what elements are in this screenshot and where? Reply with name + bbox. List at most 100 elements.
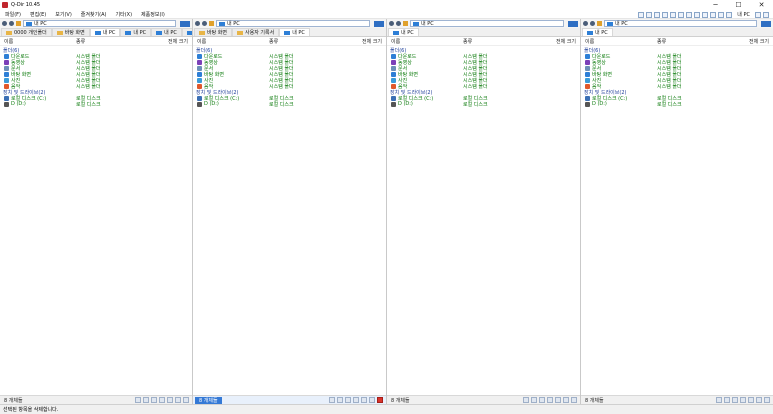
delete-icon[interactable] <box>377 397 383 403</box>
tab-this-pc[interactable]: 내 PC <box>120 28 152 36</box>
layout-icon[interactable] <box>726 11 733 18</box>
tool-icon[interactable] <box>764 397 770 403</box>
layout-icon[interactable] <box>646 11 653 18</box>
up-folder-icon[interactable] <box>16 21 21 26</box>
tab-desktop[interactable]: 바탕 화면 <box>194 28 232 36</box>
back-icon[interactable] <box>195 21 200 26</box>
tool-icon[interactable] <box>159 397 165 403</box>
tool-icon[interactable] <box>143 397 149 403</box>
layout-icon[interactable] <box>710 11 717 18</box>
tab-this-pc[interactable]: 내 PC <box>388 28 419 36</box>
list-item[interactable]: D (D:) 로컬 디스크 <box>581 101 773 108</box>
tool-icon[interactable] <box>732 397 738 403</box>
address-bar[interactable]: 내 PC <box>23 20 176 27</box>
list-item[interactable]: D (D:) 로컬 디스크 <box>387 101 580 108</box>
col-type[interactable]: 종류 <box>269 38 278 45</box>
tab-this-pc[interactable]: 내 PC <box>89 28 121 36</box>
tool-icon[interactable] <box>523 397 529 403</box>
view-mode-button[interactable] <box>568 20 578 27</box>
view-mode-button[interactable] <box>761 20 771 27</box>
tool-icon[interactable] <box>337 397 343 403</box>
forward-icon[interactable] <box>9 21 14 26</box>
tool-icon[interactable] <box>563 397 569 403</box>
col-type[interactable]: 종류 <box>463 38 472 45</box>
item-count[interactable]: 8 개체들 <box>387 397 410 404</box>
back-icon[interactable] <box>583 21 588 26</box>
tab-user-docs[interactable]: 사용자 기록서 <box>232 28 280 36</box>
star-icon[interactable] <box>755 11 761 18</box>
list-item[interactable]: D (D:) 로컬 디스크 <box>0 101 192 108</box>
item-count[interactable]: 8 개체들 <box>195 396 222 404</box>
layout-icon[interactable] <box>654 11 661 18</box>
tool-icon[interactable] <box>369 397 375 403</box>
menu-view[interactable]: 보기(V) <box>55 11 72 18</box>
tool-icon[interactable] <box>756 397 762 403</box>
col-size[interactable]: 전체 크기 <box>749 38 769 45</box>
tool-icon[interactable] <box>571 397 577 403</box>
tool-icon[interactable] <box>167 397 173 403</box>
forward-icon[interactable] <box>396 21 401 26</box>
col-size[interactable]: 전체 크기 <box>168 38 188 45</box>
col-size[interactable]: 전체 크기 <box>556 38 576 45</box>
up-folder-icon[interactable] <box>209 21 214 26</box>
view-mode-button[interactable] <box>374 20 384 27</box>
tab-this-pc[interactable]: 내 PC <box>582 28 613 36</box>
close-button[interactable]: ✕ <box>750 0 773 10</box>
tool-icon[interactable] <box>361 397 367 403</box>
tool-icon[interactable] <box>175 397 181 403</box>
up-folder-icon[interactable] <box>597 21 602 26</box>
tool-icon[interactable] <box>724 397 730 403</box>
col-type[interactable]: 종류 <box>76 38 85 45</box>
item-count[interactable]: 8 개체들 <box>581 397 604 404</box>
menu-info[interactable]: 제품정보(I) <box>141 11 165 18</box>
col-name[interactable]: 이름 <box>585 38 594 45</box>
tab-this-pc[interactable]: 내 PC <box>151 28 182 36</box>
menu-edit[interactable]: 편집(E) <box>30 11 46 18</box>
col-name[interactable]: 이름 <box>4 38 13 45</box>
menu-file[interactable]: 파일(F) <box>5 11 21 18</box>
tool-icon[interactable] <box>151 397 157 403</box>
address-bar[interactable]: 내 PC <box>216 20 370 27</box>
layout-icon[interactable] <box>662 11 669 18</box>
layout-icon[interactable] <box>694 11 701 18</box>
layout-icon[interactable] <box>678 11 685 18</box>
address-bar[interactable]: 내 PC <box>410 20 564 27</box>
layout-icon[interactable] <box>702 11 709 18</box>
menu-extras[interactable]: 기타(X) <box>116 11 133 18</box>
tool-icon[interactable] <box>555 397 561 403</box>
tab-this-pc[interactable]: 내 <box>181 28 192 36</box>
view-mode-button[interactable] <box>180 20 190 27</box>
menu-favorites[interactable]: 즐겨찾기(A) <box>81 11 107 18</box>
tool-icon[interactable] <box>531 397 537 403</box>
forward-icon[interactable] <box>590 21 595 26</box>
settings-icon[interactable] <box>763 11 769 18</box>
tool-icon[interactable] <box>329 397 335 403</box>
tool-icon[interactable] <box>345 397 351 403</box>
tool-icon[interactable] <box>539 397 545 403</box>
tool-icon[interactable] <box>547 397 553 403</box>
tool-icon[interactable] <box>740 397 746 403</box>
tool-icon[interactable] <box>183 397 189 403</box>
minimize-button[interactable]: ─ <box>704 0 727 10</box>
col-name[interactable]: 이름 <box>391 38 400 45</box>
back-icon[interactable] <box>389 21 394 26</box>
layout-icon[interactable] <box>638 11 645 18</box>
tool-icon[interactable] <box>748 397 754 403</box>
list-item[interactable]: D (D:) 로컬 디스크 <box>193 101 386 108</box>
back-icon[interactable] <box>2 21 7 26</box>
col-size[interactable]: 전체 크기 <box>362 38 382 45</box>
address-bar[interactable]: 내 PC <box>604 20 757 27</box>
col-type[interactable]: 종류 <box>657 38 666 45</box>
item-count[interactable]: 8 개체들 <box>0 397 23 404</box>
forward-icon[interactable] <box>202 21 207 26</box>
tab-0000[interactable]: 0000 개인폴더 <box>1 28 52 36</box>
quick-address-label[interactable]: 내 PC <box>737 11 750 18</box>
up-folder-icon[interactable] <box>403 21 408 26</box>
col-name[interactable]: 이름 <box>197 38 206 45</box>
tab-this-pc[interactable]: 내 PC <box>279 28 310 36</box>
tab-desktop[interactable]: 바탕 화면 <box>51 28 90 36</box>
maximize-button[interactable]: ☐ <box>727 0 750 10</box>
layout-icon[interactable] <box>670 11 677 18</box>
tool-icon[interactable] <box>353 397 359 403</box>
tool-icon[interactable] <box>135 397 141 403</box>
